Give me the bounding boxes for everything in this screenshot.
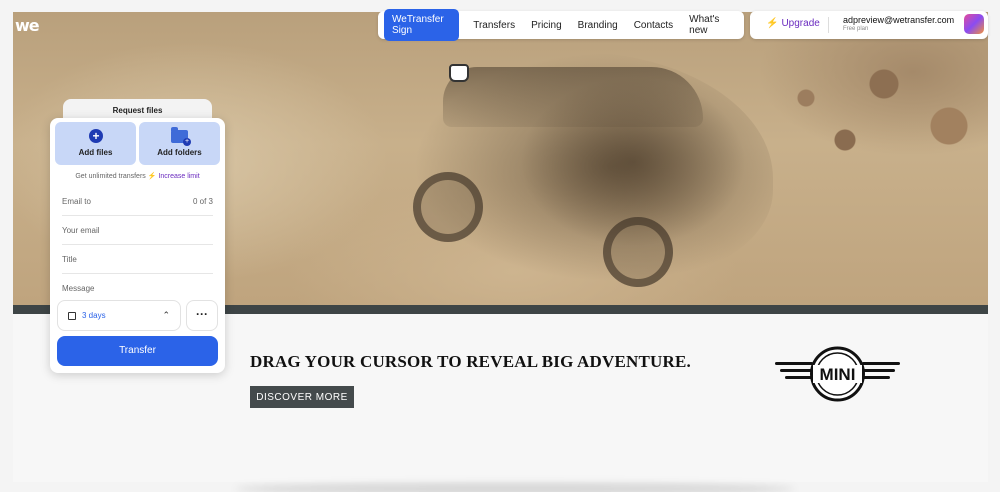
plus-circle-icon: + (89, 129, 103, 143)
upload-panel: + Add files + Add folders Get unlimited … (50, 118, 225, 373)
transfer-button[interactable]: Transfer (57, 336, 218, 366)
your-email-placeholder: Your email (62, 226, 100, 235)
email-to-field[interactable]: Email to 0 of 3 (62, 187, 213, 216)
add-folders-label: Add folders (157, 148, 202, 157)
hand-cursor-icon (449, 64, 469, 82)
lightning-icon: ⚡ (147, 173, 157, 180)
avatar[interactable] (964, 14, 984, 34)
discover-more-button[interactable]: DISCOVER MORE (250, 386, 354, 408)
account-plan: Free plan (843, 26, 869, 32)
title-field[interactable]: Title (62, 245, 213, 274)
calendar-icon (68, 312, 76, 320)
increase-limit-link[interactable]: ⚡ Increase limit (148, 173, 200, 180)
nav-link-contacts[interactable]: Contacts (626, 20, 681, 31)
message-field[interactable]: Message (62, 274, 213, 296)
upgrade-button[interactable]: ⚡ Upgrade (766, 18, 820, 29)
car-wheel (413, 172, 483, 242)
lightning-icon: ⚡ (766, 18, 779, 29)
nav-link-whats-new[interactable]: What's new (681, 14, 738, 36)
your-email-field[interactable]: Your email (62, 216, 213, 245)
nav-link-branding[interactable]: Branding (570, 20, 626, 31)
top-nav: WeTransfer Sign Transfers Pricing Brandi… (378, 9, 744, 41)
wetransfer-sign-button[interactable]: WeTransfer Sign (384, 9, 460, 41)
divider (828, 17, 829, 33)
ad-headline: DRAG YOUR CURSOR TO REVEAL BIG ADVENTURE… (250, 352, 691, 371)
add-files-label: Add files (78, 148, 113, 157)
nav-link-transfers[interactable]: Transfers (465, 20, 523, 31)
more-options-button[interactable]: ··· (186, 300, 218, 331)
title-placeholder: Title (62, 255, 77, 264)
wetransfer-logo[interactable]: we (15, 16, 40, 35)
email-to-placeholder: Email to (62, 197, 91, 206)
chevron-up-icon: ⌃ (162, 310, 170, 320)
email-count: 0 of 3 (192, 197, 213, 206)
limit-row: Get unlimited transfers ⚡ Increase limit (50, 172, 225, 180)
mini-logo[interactable]: MINI (775, 345, 900, 403)
bottom-shadow (235, 483, 795, 492)
message-placeholder: Message (62, 284, 95, 293)
upgrade-label: Upgrade (781, 18, 820, 29)
expiry-selector[interactable]: 3 days ⌃ (57, 300, 181, 331)
account-email[interactable]: adpreview@wetransfer.com (843, 15, 954, 25)
mini-logo-text: MINI (820, 365, 856, 384)
add-folders-button[interactable]: + Add folders (139, 122, 220, 165)
nav-link-pricing[interactable]: Pricing (523, 20, 570, 31)
folder-plus-icon: + (171, 127, 191, 146)
increase-limit-label: Increase limit (158, 173, 200, 180)
car-window (443, 67, 703, 127)
account-bar: ⚡ Upgrade adpreview@wetransfer.com Free p… (750, 11, 988, 39)
expiry-value: 3 days (82, 311, 106, 320)
add-files-button[interactable]: + Add files (55, 122, 136, 165)
limit-text: Get unlimited transfers (75, 173, 146, 180)
car-wheel (603, 217, 673, 287)
